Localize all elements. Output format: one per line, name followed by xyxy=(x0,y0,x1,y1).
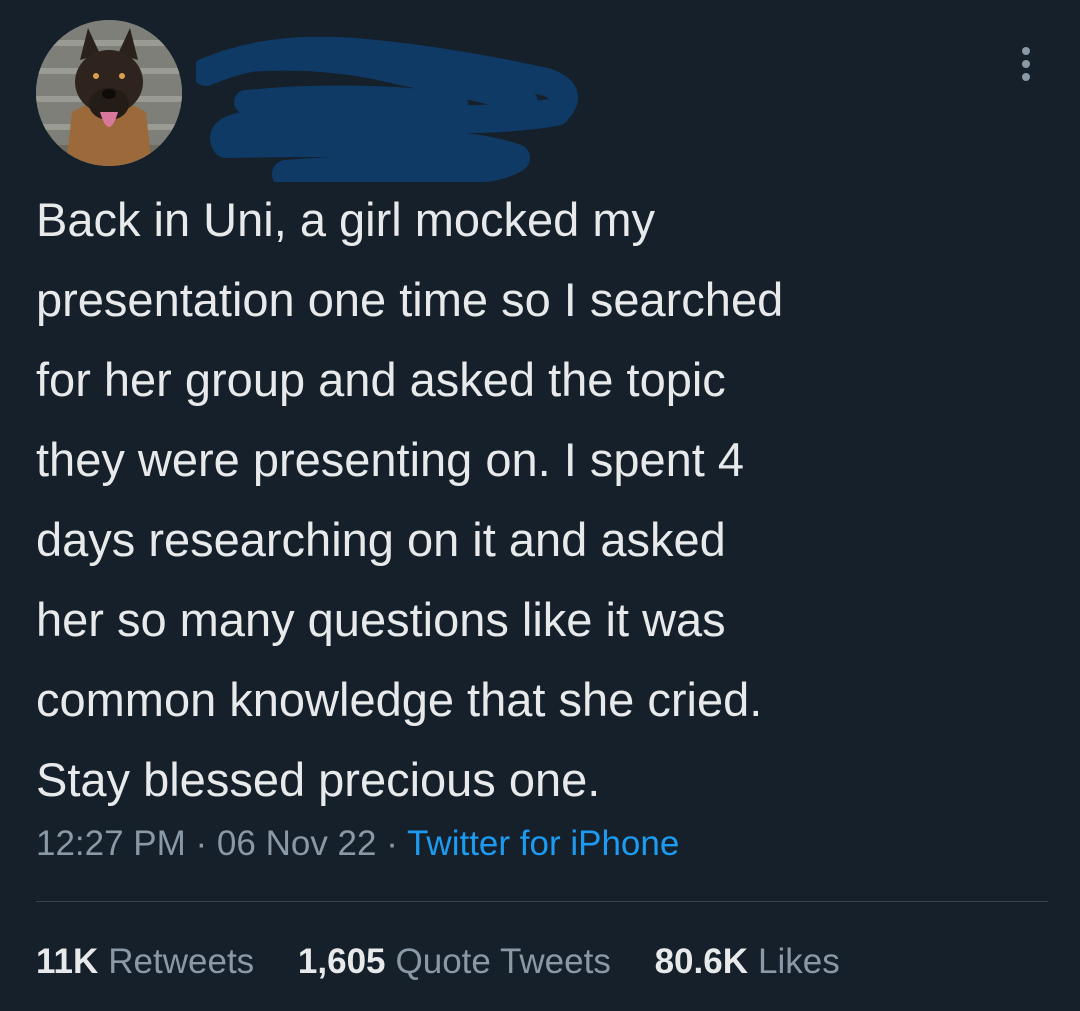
avatar[interactable] xyxy=(36,20,182,166)
redaction-scribble-icon xyxy=(192,36,578,188)
quote-tweets-count: 1,605 xyxy=(297,942,386,981)
likes-count: 80.6K xyxy=(654,942,748,981)
quote-tweets-stat[interactable]: 1,605 Quote Tweets xyxy=(298,940,611,984)
retweets-label: Retweets xyxy=(108,942,255,981)
tweet-stats: 11K Retweets 1,605 Quote Tweets 80.6K Likes xyxy=(36,940,874,984)
username-redaction xyxy=(192,32,596,188)
meta-separator: · xyxy=(376,824,407,863)
likes-label: Likes xyxy=(757,942,840,981)
tweet-text: Back in Uni, a girl mocked my presentati… xyxy=(36,193,784,806)
german-shepherd-dog-avatar-icon xyxy=(36,20,182,166)
retweets-stat[interactable]: 11K Retweets xyxy=(36,940,254,984)
tweet-source-link[interactable]: Twitter for iPhone xyxy=(407,824,679,863)
tweet-time[interactable]: 12:27 PM xyxy=(36,824,186,863)
retweets-count: 11K xyxy=(36,942,99,981)
tweet-date[interactable]: 06 Nov 22 xyxy=(217,824,377,863)
divider xyxy=(36,901,1048,902)
quote-tweets-label: Quote Tweets xyxy=(395,942,611,981)
meta-separator: · xyxy=(185,824,217,863)
likes-stat[interactable]: 80.6K Likes xyxy=(655,940,840,984)
tweet-header xyxy=(36,20,1046,188)
tweet: Back in Uni, a girl mocked my presentati… xyxy=(0,0,1080,1011)
tweet-meta: 12:27 PM · 06 Nov 22 · Twitter for iPhon… xyxy=(36,822,679,866)
more-button[interactable] xyxy=(1006,44,1046,84)
more-vertical-icon xyxy=(1022,47,1030,81)
